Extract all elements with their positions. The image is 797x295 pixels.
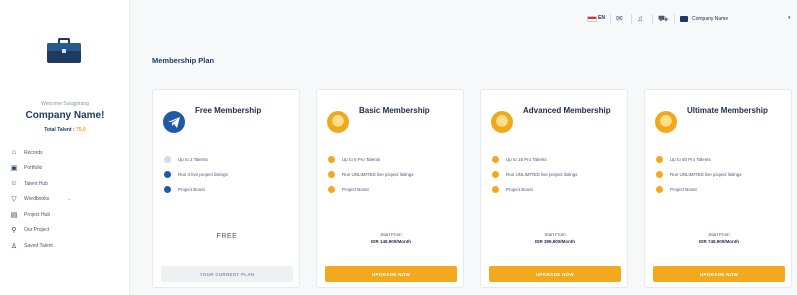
feature-item: Run UNLIMITED live project listings — [328, 171, 458, 178]
business-icon — [680, 16, 688, 22]
account-menu[interactable]: Company Name — [692, 16, 728, 22]
chevron-down-icon[interactable]: ▾ — [788, 15, 791, 21]
cart-icon[interactable]: ⛟ — [658, 14, 668, 24]
filter-icon: ▽ — [11, 196, 17, 204]
chevron-down-icon: ⌄ — [67, 196, 72, 203]
bell-icon[interactable]: ♫ — [637, 14, 643, 23]
feature-item: Project Boost — [328, 186, 458, 193]
price-prefix: Start From — [708, 232, 730, 237]
search-users-icon: ⚲ — [11, 227, 17, 235]
company-name: Company Name! — [25, 110, 105, 121]
plan-card-ultimate: Ultimate Membership Up to 50 Pro Talents… — [644, 89, 792, 288]
feature-item: Up to 2 Talents — [164, 156, 294, 163]
divider — [674, 14, 675, 24]
briefcase-icon: ▣ — [10, 165, 18, 173]
plan-price: IDR 149,900/Month — [370, 239, 411, 244]
star-icon — [492, 186, 499, 193]
plan-name: Basic Membership — [359, 106, 430, 115]
star-icon — [656, 171, 663, 178]
users-icon: ☺ — [10, 180, 18, 188]
sidebar: Welcome Surajpirang Company Name! Total … — [0, 0, 130, 295]
check-circle-icon — [164, 171, 171, 178]
plan-name: Ultimate Membership — [687, 106, 768, 115]
saved-users-icon: ♙ — [10, 242, 18, 250]
sidebar-item-saved-talent[interactable]: ♙ Saved Talent — [10, 238, 126, 254]
sidebar-item-our-project[interactable]: ⚲ Our Project — [10, 223, 126, 239]
plan-price: IDR 399,900/Month — [534, 239, 575, 244]
sidebar-item-label: Our Project — [24, 227, 50, 234]
welcome-text: Welcome Surajpirang — [41, 101, 89, 107]
language-selector[interactable]: EN — [598, 15, 605, 21]
star-icon — [328, 156, 335, 163]
flag-icon[interactable] — [587, 16, 597, 22]
star-icon — [656, 156, 663, 163]
sidebar-item-project-hub[interactable]: ▤ Project Hub — [10, 207, 126, 223]
plan-card-basic: Basic Membership Up to 5 Pro Talents Run… — [316, 89, 464, 288]
silver-medal-icon — [491, 111, 513, 133]
star-icon — [328, 171, 335, 178]
talent-tokens: Total Talent : 75.0 — [0, 127, 130, 133]
upgrade-button[interactable]: UPGRADE NOW — [325, 266, 457, 282]
plan-features: Up to 50 Pro Talents Run UNLIMITED live … — [656, 156, 786, 202]
sidebar-item-portfolio[interactable]: ▣ Portfolio — [10, 161, 126, 177]
feature-item: Run UNLIMITED live project listings — [656, 171, 786, 178]
price-prefix: Start From — [544, 232, 566, 237]
plan-features: Up to 15 Pro Talents Run UNLIMITED live … — [492, 156, 622, 202]
feature-item: Up to 5 Pro Talents — [328, 156, 458, 163]
tokens-value: 75.0 — [76, 127, 86, 133]
sidebar-item-label: Portfolio — [24, 165, 43, 172]
feature-item: Project Boost — [656, 186, 786, 193]
plan-card-advanced: Advanced Membership Up to 15 Pro Talents… — [480, 89, 628, 288]
feature-item: Run UNLIMITED live project listings — [492, 171, 622, 178]
sidebar-item-wordbooks[interactable]: ▽ Wordbooks ⌄ — [10, 192, 126, 208]
star-icon — [328, 186, 335, 193]
sidebar-item-label: Project Hub — [24, 211, 51, 218]
plan-price: IDR 749,900/Month — [698, 239, 739, 244]
feature-item: Project Boost — [492, 186, 622, 193]
document-icon: ▤ — [10, 211, 18, 219]
plan-features: Up to 5 Pro Talents Run UNLIMITED live p… — [328, 156, 458, 202]
star-icon — [656, 186, 663, 193]
telegram-icon — [163, 111, 185, 133]
page-title: Membership Plan — [152, 56, 215, 65]
disabled-check-icon — [164, 156, 171, 163]
star-icon — [492, 171, 499, 178]
top-bar: EN ✉ ♫ ⛟ Company Name ▾ — [130, 0, 797, 40]
sidebar-nav: ⌂ Records ▣ Portfolio ☺ Talent Hub ▽ Wor… — [10, 145, 126, 254]
upgrade-button[interactable]: UPGRADE NOW — [653, 266, 785, 282]
tokens-label: Total Talent : — [44, 127, 75, 133]
plan-price: FREE — [216, 233, 238, 240]
sidebar-item-label: Talent Hub — [24, 180, 48, 187]
feature-item: Up to 50 Pro Talents — [656, 156, 786, 163]
home-icon: ⌂ — [11, 149, 17, 157]
price-prefix: Start From — [380, 232, 402, 237]
sidebar-item-label: Records — [24, 149, 43, 156]
sidebar-item-records[interactable]: ⌂ Records — [10, 145, 126, 161]
current-plan-button: YOUR CURRENT PLAN — [161, 266, 293, 282]
upgrade-button[interactable]: UPGRADE NOW — [489, 266, 621, 282]
plan-features: Up to 2 Talents Run 3 live project listi… — [164, 156, 294, 202]
divider — [631, 14, 632, 24]
star-icon — [492, 156, 499, 163]
divider — [610, 14, 611, 24]
feature-item: Project Boost — [164, 186, 294, 193]
plan-name: Free Membership — [195, 106, 262, 115]
plan-card-free: Free Membership Up to 2 Talents Run 3 li… — [152, 89, 300, 288]
sidebar-item-label: Wordbooks — [24, 196, 50, 203]
sidebar-item-label: Saved Talent — [24, 242, 53, 249]
bronze-medal-icon — [327, 111, 349, 133]
mail-icon[interactable]: ✉ — [616, 14, 623, 23]
divider — [652, 14, 653, 24]
check-circle-icon — [164, 186, 171, 193]
feature-item: Up to 15 Pro Talents — [492, 156, 622, 163]
feature-item: Run 3 live project listings — [164, 171, 294, 178]
gold-medal-icon — [655, 111, 677, 133]
plan-name: Advanced Membership — [523, 106, 611, 115]
sidebar-item-talent-hub[interactable]: ☺ Talent Hub — [10, 176, 126, 192]
briefcase-logo-icon — [47, 38, 81, 64]
